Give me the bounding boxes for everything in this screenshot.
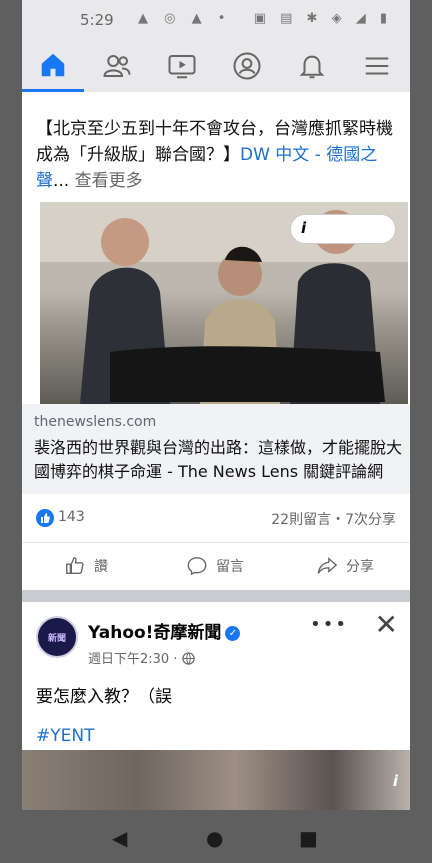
- profile-icon: [233, 52, 261, 80]
- watch-video-icon: [168, 55, 196, 79]
- status-system-icons: ▣ ▤ ✱ ◈ ◢ ▮: [253, 11, 392, 26]
- close-button[interactable]: ✕: [375, 608, 398, 641]
- info-icon[interactable]: i: [393, 772, 398, 790]
- hamburger-menu-icon: [365, 57, 389, 75]
- like-button[interactable]: 讚: [64, 555, 108, 577]
- post-card-yahoo: 新聞 Yahoo!奇摩新聞 ✓ 週日下午2:30 · ••• ✕ 要怎麼入教？（誤…: [22, 602, 410, 750]
- comments-shares-count[interactable]: 22則留言・7次分享: [271, 509, 396, 529]
- verified-badge-icon: ✓: [225, 625, 241, 641]
- status-bar: 5:29 ▲ ◎ ▲ • ▣ ▤ ✱ ◈ ◢ ▮: [22, 0, 410, 40]
- nav-notifications-tab[interactable]: [281, 40, 343, 92]
- status-notification-icons: ▲ ◎ ▲ •: [138, 11, 232, 26]
- like-label: 讚: [94, 559, 108, 575]
- link-preview[interactable]: thenewslens.com 裴洛西的世界觀與台灣的出路：這樣做，才能擺脫大國…: [22, 404, 410, 494]
- info-icon: i: [301, 219, 307, 237]
- thumbs-up-icon: [66, 557, 84, 575]
- previous-post-edge: [22, 92, 410, 112]
- comment-bubble-icon: [187, 557, 207, 576]
- nav-friends-tab[interactable]: [86, 40, 148, 92]
- home-button[interactable]: ●: [206, 826, 223, 850]
- back-button[interactable]: ◀: [112, 826, 127, 850]
- share-button[interactable]: 分享: [316, 555, 374, 577]
- post-timestamp[interactable]: 週日下午2:30 ·: [88, 648, 195, 667]
- share-arrow-icon: [317, 557, 338, 574]
- post-photo[interactable]: i: [22, 202, 410, 404]
- globe-icon: [181, 652, 195, 665]
- page-name[interactable]: Yahoo!奇摩新聞 ✓: [88, 618, 241, 643]
- nav-profile-tab[interactable]: [216, 40, 278, 92]
- comment-label: 留言: [216, 559, 244, 575]
- share-label: 分享: [346, 559, 374, 575]
- ad-info-badge[interactable]: i: [290, 214, 396, 244]
- system-navigation-bar: ◀ ● ■: [0, 810, 432, 863]
- nav-home-tab[interactable]: [22, 40, 84, 92]
- post-text: 【北京至少五到十年不會攻台，台灣應抓緊時機成為「升級版」聯合國？】DW 中文 -…: [36, 116, 402, 194]
- recents-button[interactable]: ■: [299, 826, 318, 850]
- like-count[interactable]: 143: [58, 509, 85, 525]
- post-text: 要怎麼入教？（誤: [36, 687, 172, 707]
- see-more-link[interactable]: 查看更多: [75, 171, 143, 191]
- post-separator: [22, 590, 410, 602]
- post-time-text: 週日下午2:30 ·: [88, 652, 182, 667]
- more-options-button[interactable]: •••: [310, 614, 348, 635]
- post-media-preview[interactable]: i: [22, 750, 410, 810]
- link-title: 裴洛西的世界觀與台灣的出路：這樣做，才能擺脫大國博弈的棋子命運 - The Ne…: [34, 438, 403, 481]
- like-reaction-icon: [36, 509, 54, 527]
- nav-menu-tab[interactable]: [346, 40, 408, 92]
- status-time: 5:29: [80, 11, 114, 29]
- post-card-dw: 【北京至少五到十年不會攻台，台灣應抓緊時機成為「升級版」聯合國？】DW 中文 -…: [22, 112, 410, 202]
- post-stats: 143 22則留言・7次分享: [22, 494, 410, 542]
- avatar-logo-text: 新聞: [48, 634, 67, 644]
- home-icon: [41, 53, 65, 76]
- comment-button[interactable]: 留言: [186, 555, 244, 577]
- nav-watch-tab[interactable]: [151, 40, 213, 92]
- post-actions: 讚 留言 分享: [22, 542, 410, 590]
- top-nav-bar: [22, 40, 410, 92]
- link-domain: thenewslens.com: [34, 414, 157, 430]
- page-name-text: Yahoo!奇摩新聞: [88, 623, 222, 643]
- hashtag-link[interactable]: #YENT: [36, 726, 94, 746]
- post-ellipsis: ...: [53, 171, 70, 191]
- friends-icon: [103, 55, 131, 77]
- bell-icon: [299, 55, 325, 79]
- avatar[interactable]: 新聞: [36, 616, 78, 658]
